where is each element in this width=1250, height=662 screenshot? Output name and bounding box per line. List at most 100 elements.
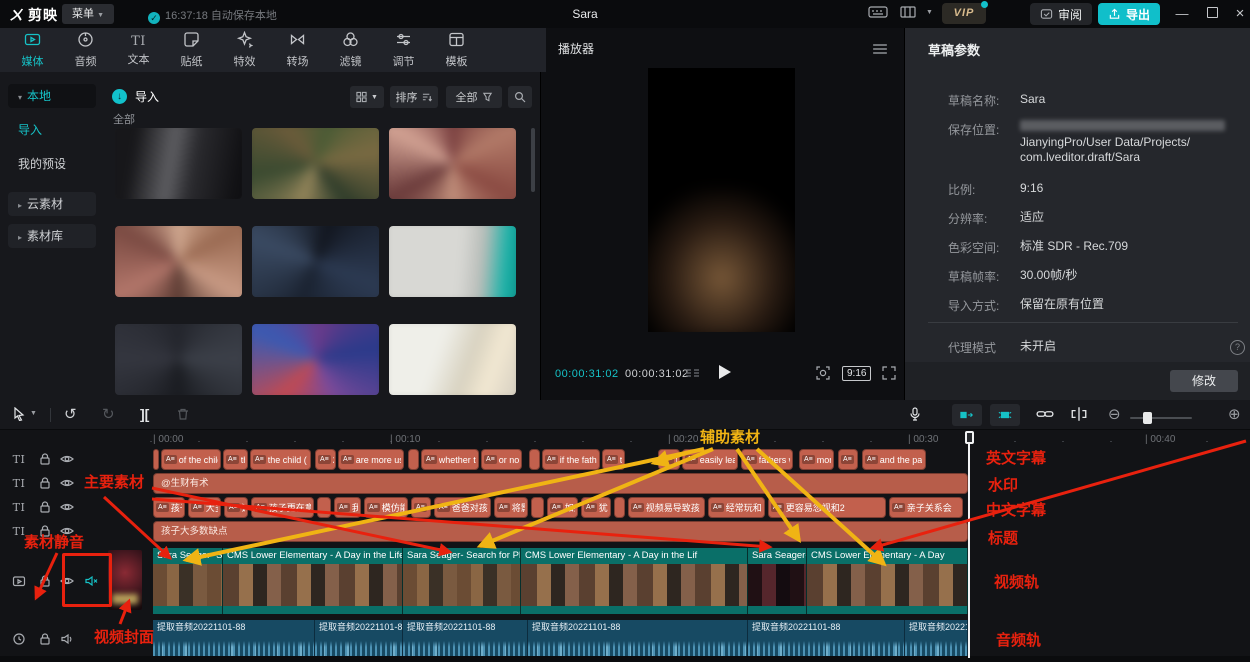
video-preview[interactable]: [648, 68, 795, 332]
media-thumbnail[interactable]: [389, 324, 516, 395]
eye-icon[interactable]: [58, 498, 76, 516]
timeline-zoom-handle[interactable]: [1143, 412, 1152, 424]
subtitle-clip-en[interactable]: [153, 449, 159, 470]
subtitle-clip-cn[interactable]: [614, 497, 625, 518]
subtitle-clip-en[interactable]: A≡fathers w: [741, 449, 793, 470]
media-thumbnail[interactable]: [252, 226, 379, 297]
media-thumbnail[interactable]: [389, 226, 516, 297]
auto-snap-toggle[interactable]: [990, 404, 1020, 426]
tab-媒体[interactable]: 媒体: [6, 28, 59, 72]
lock-icon[interactable]: [36, 572, 54, 590]
eye-icon[interactable]: [58, 450, 76, 468]
sidebar-item-素材库[interactable]: ▸素材库: [8, 224, 96, 248]
audio-clip[interactable]: 提取音频20221101-88: [748, 620, 905, 658]
export-button[interactable]: 导出: [1098, 3, 1160, 25]
sidebar-item-本地[interactable]: ▾本地: [8, 84, 96, 108]
video-clip[interactable]: Sara Seager-: [748, 548, 807, 614]
redo-icon[interactable]: ↻: [102, 407, 115, 423]
filter-button[interactable]: 全部: [446, 86, 502, 108]
subtitle-clip-en[interactable]: A≡th: [223, 449, 248, 470]
ratio-button[interactable]: 9:16: [842, 366, 871, 381]
subtitle-clip-cn[interactable]: A≡经常玩和2: [708, 497, 765, 518]
sidebar-item-导入[interactable]: 导入: [8, 118, 96, 142]
lock-icon[interactable]: [36, 498, 54, 516]
subtitle-clip-cn[interactable]: A≡大多: [188, 497, 221, 518]
subtitle-clip-en[interactable]: A≡or not: [481, 449, 522, 470]
play-button[interactable]: [718, 364, 732, 385]
proxy-info-icon[interactable]: ?: [1230, 340, 1245, 355]
title-clip[interactable]: 孩子大多数缺点: [153, 521, 968, 542]
zoom-in-icon[interactable]: ⊕: [1228, 407, 1241, 423]
subtitle-clip-en[interactable]: A≡whether t: [421, 449, 479, 470]
subtitle-clip-cn[interactable]: A≡将影: [494, 497, 528, 518]
clock-icon[interactable]: [10, 630, 28, 648]
subtitle-clip-en[interactable]: A≡the child (: [250, 449, 311, 470]
playhead-handle[interactable]: [965, 431, 974, 444]
subtitle-clip-en[interactable]: A≡of the child: [161, 449, 221, 470]
close-button[interactable]: ×: [1226, 0, 1250, 28]
speaker-icon[interactable]: [58, 630, 76, 648]
import-row[interactable]: ↓ 导入: [112, 84, 159, 108]
tab-模板[interactable]: 模板: [430, 28, 483, 72]
sort-button[interactable]: 排序: [390, 86, 438, 108]
subtitle-clip-cn[interactable]: A≡: [411, 497, 431, 518]
subtitle-clip-cn[interactable]: A≡这: [224, 497, 248, 518]
split-clip-icon[interactable]: [1070, 407, 1088, 421]
subtitle-clip-en[interactable]: A≡if the fath: [542, 449, 600, 470]
media-thumbnail[interactable]: [389, 128, 516, 199]
subtitle-clip-en[interactable]: A≡th: [602, 449, 625, 470]
select-tool-icon[interactable]: [12, 407, 26, 421]
subtitle-clip-en[interactable]: [529, 449, 540, 470]
video-clip[interactable]: Sara Seager- Sear: [153, 548, 223, 614]
video-clip[interactable]: CMS Lower Elementary - A Day in the Lif: [521, 548, 748, 614]
sidebar-item-云素材[interactable]: ▸云素材: [8, 192, 96, 216]
maximize-button[interactable]: [1198, 0, 1226, 28]
eye-icon[interactable]: [58, 474, 76, 492]
lock-icon[interactable]: [36, 630, 54, 648]
subtitle-clip-cn[interactable]: A≡犹豫: [581, 497, 611, 518]
tab-特效[interactable]: 特效: [218, 28, 271, 72]
subtitle-clip-cn[interactable]: A≡模仿能: [364, 497, 408, 518]
media-scrollbar[interactable]: [531, 128, 535, 192]
video-cover-thumbnail[interactable]: [108, 550, 142, 610]
search-icon[interactable]: [508, 86, 532, 108]
tab-调节[interactable]: 调节: [377, 28, 430, 72]
audio-clip[interactable]: 提取音频20221101-88: [403, 620, 528, 658]
subtitle-clip-en[interactable]: A≡and the pa: [862, 449, 926, 470]
tab-音频[interactable]: 音频: [59, 28, 112, 72]
subtitle-clip-en[interactable]: A≡more l: [799, 449, 834, 470]
frame-step-icon[interactable]: [684, 367, 702, 381]
snapshot-icon[interactable]: [816, 366, 830, 380]
magnetic-snap-toggle[interactable]: [952, 404, 982, 426]
media-thumbnail[interactable]: [115, 128, 242, 199]
subtitle-clip-cn[interactable]: A≡孩子: [153, 497, 185, 518]
subtitle-clip-cn[interactable]: [317, 497, 331, 518]
record-voiceover-icon[interactable]: [908, 407, 922, 421]
subtitle-clip-cn[interactable]: A≡亲子关系会: [889, 497, 963, 518]
subtitle-clip-en[interactable]: A≡th: [658, 449, 680, 470]
delete-icon[interactable]: [176, 407, 190, 421]
watermark-clip[interactable]: @生财有术: [153, 473, 968, 494]
view-mode-button[interactable]: ▼: [350, 86, 384, 108]
video-track-icon[interactable]: [10, 572, 28, 590]
audio-clip[interactable]: 提取音频20221101-88: [528, 620, 748, 658]
lock-icon[interactable]: [36, 450, 54, 468]
modify-button[interactable]: 修改: [1170, 370, 1238, 392]
audio-clip[interactable]: 提取音频20221101-88: [315, 620, 403, 658]
text-track-icon[interactable]: TI: [10, 498, 28, 516]
layout-caret-icon[interactable]: ▼: [926, 9, 933, 16]
player-menu-icon[interactable]: [872, 42, 888, 56]
tab-贴纸[interactable]: 贴纸: [165, 28, 218, 72]
audio-clip[interactable]: 提取音频20221101-88: [905, 620, 968, 658]
zoom-out-icon[interactable]: ⊖: [1108, 407, 1121, 423]
minimize-button[interactable]: —: [1168, 0, 1196, 28]
subtitle-clip-cn[interactable]: A≡如果: [547, 497, 578, 518]
text-track-icon[interactable]: TI: [10, 450, 28, 468]
media-thumbnail[interactable]: [115, 324, 242, 395]
media-thumbnail[interactable]: [115, 226, 242, 297]
fullscreen-icon[interactable]: [882, 366, 896, 380]
undo-icon[interactable]: ↺: [64, 407, 77, 423]
tab-转场[interactable]: 转场: [271, 28, 324, 72]
subtitle-clip-en[interactable]: [408, 449, 419, 470]
subtitle-clip-cn[interactable]: A≡我: [334, 497, 361, 518]
